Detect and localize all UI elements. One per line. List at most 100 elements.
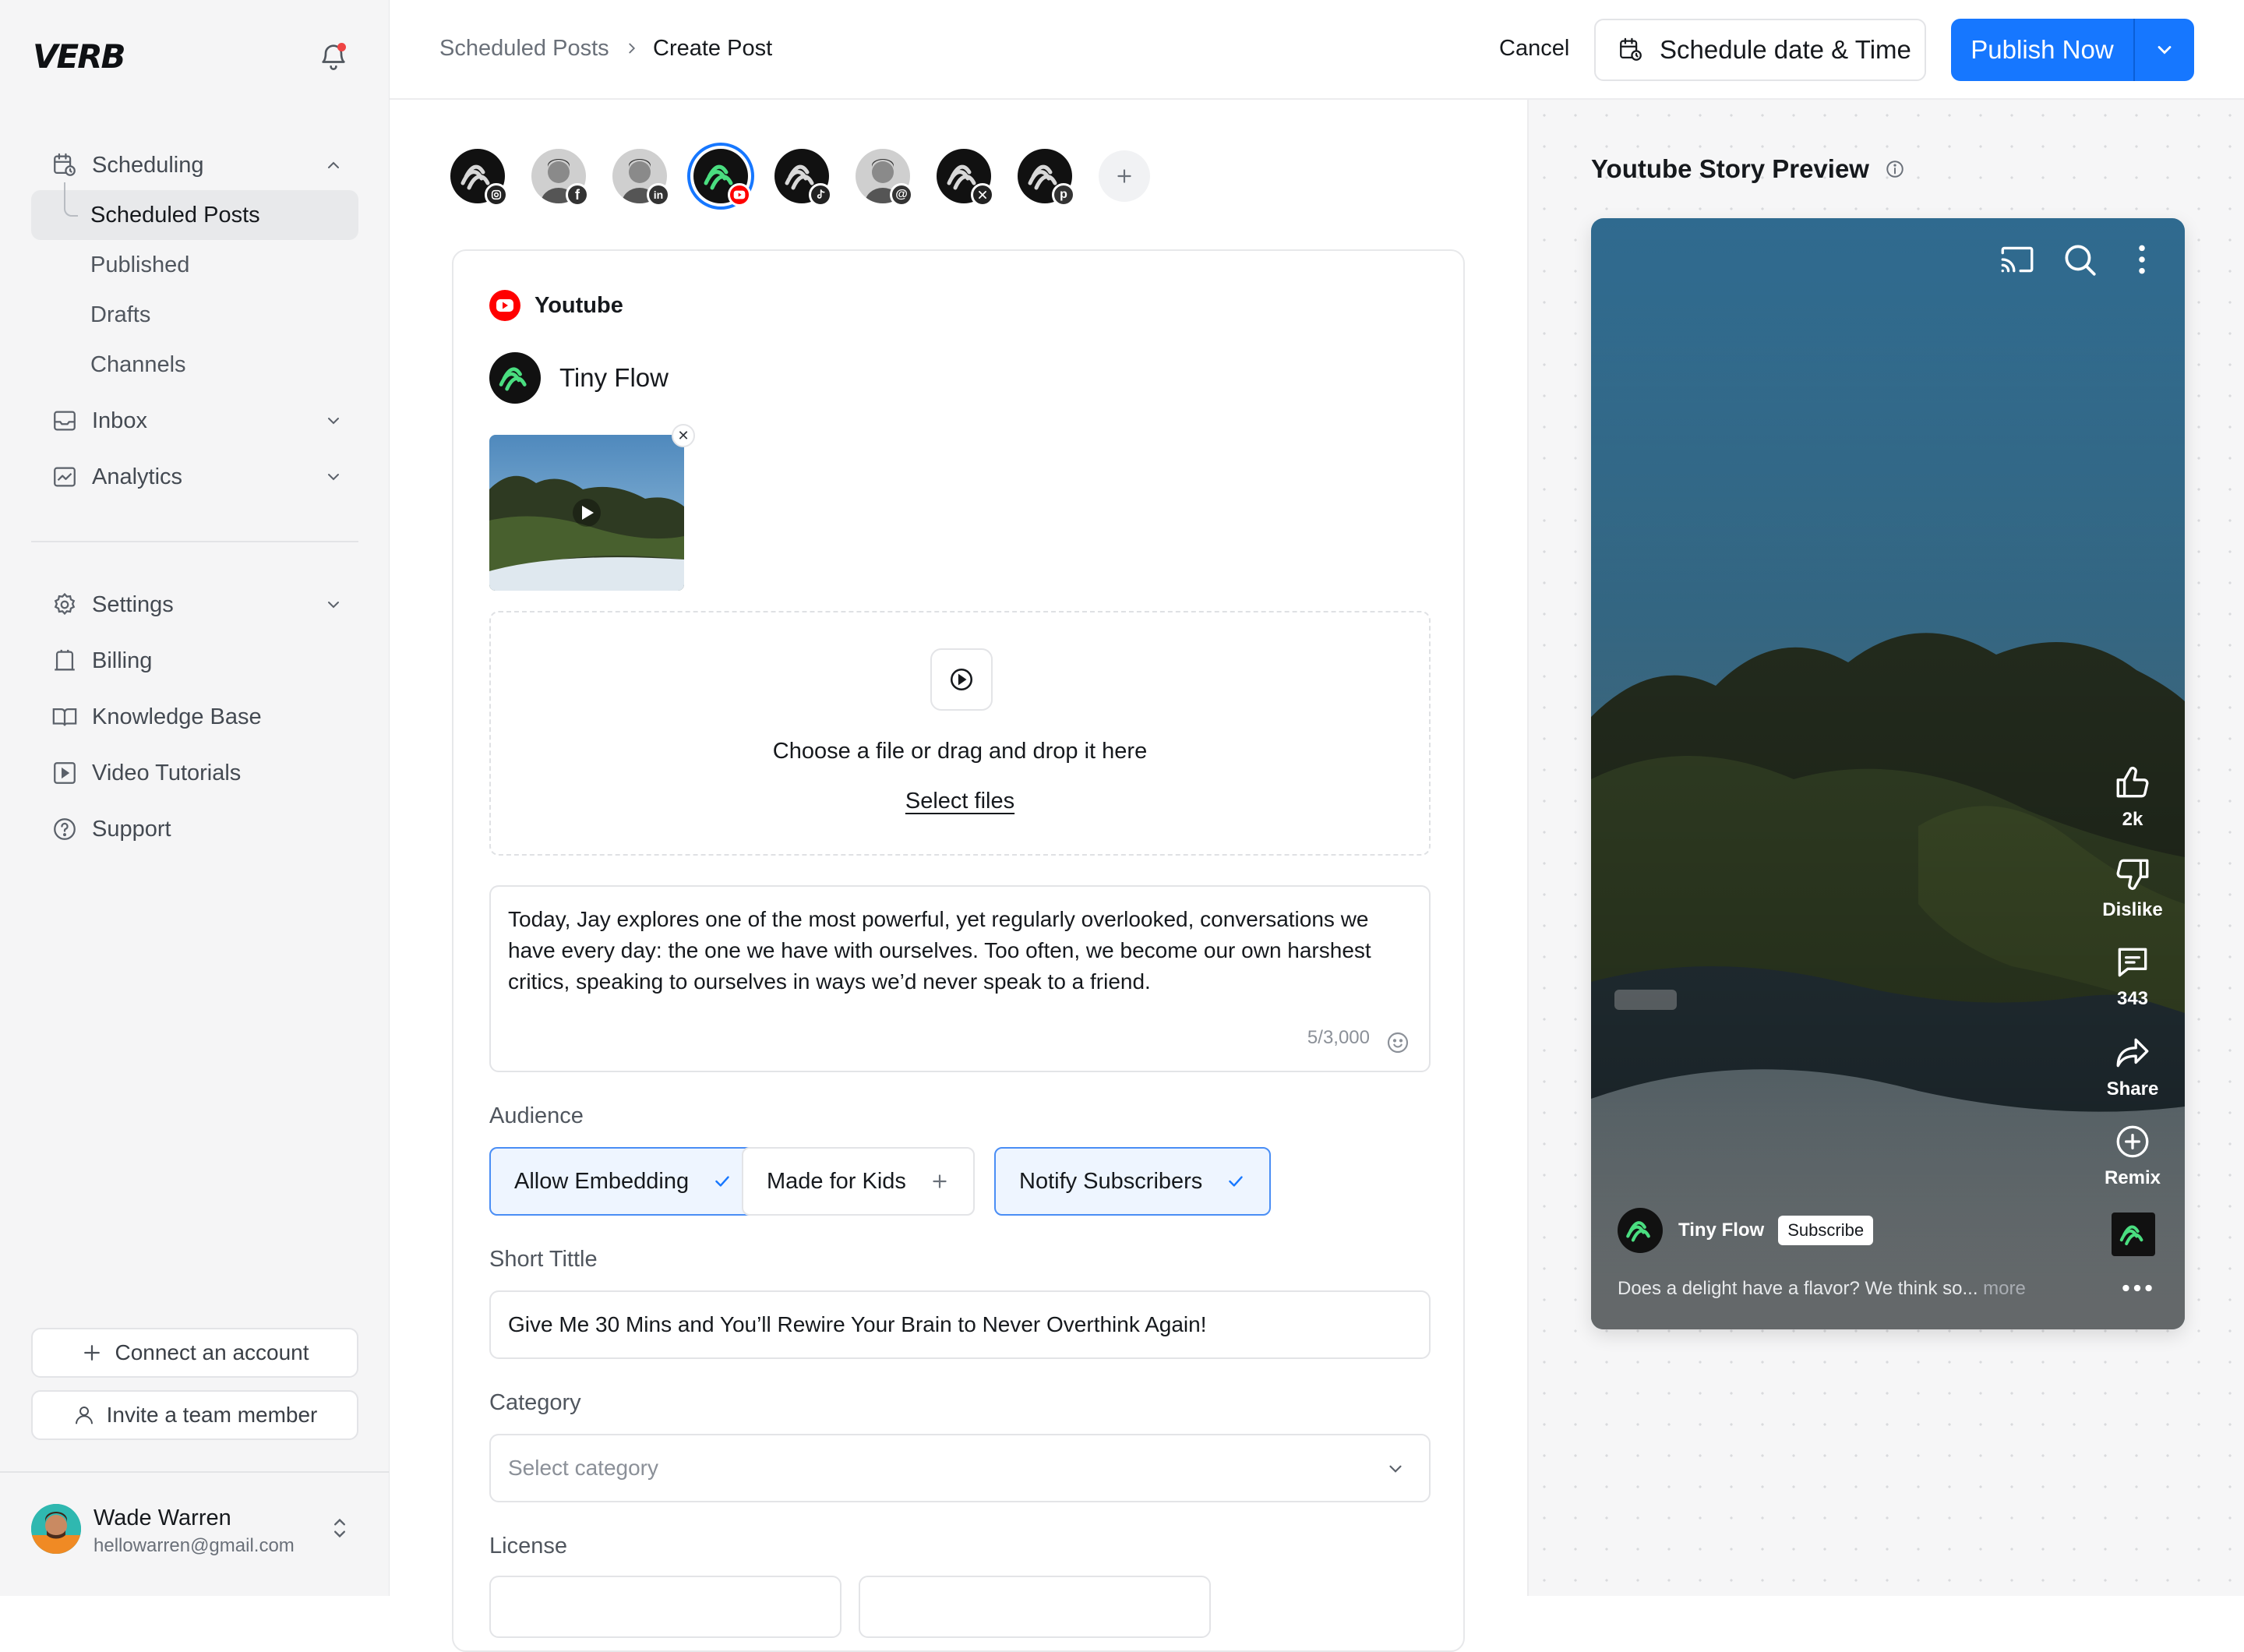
- profile-email: hellowarren@gmail.com: [94, 1535, 295, 1556]
- chevron-down-icon[interactable]: [324, 411, 343, 430]
- subscribe-button[interactable]: Subscribe: [1778, 1216, 1874, 1245]
- tiny-flow-logo: [1618, 1208, 1663, 1253]
- schedule-date-time-button[interactable]: Schedule date & Time: [1594, 19, 1926, 81]
- logo[interactable]: VERB: [33, 37, 126, 76]
- facebook-icon: f: [566, 183, 589, 206]
- breadcrumb-scheduled-posts[interactable]: Scheduled Posts: [439, 36, 609, 62]
- sidebar-divider: [0, 1471, 390, 1473]
- remix-action[interactable]: Remix: [2098, 1122, 2168, 1189]
- nav-settings[interactable]: Settings: [31, 580, 358, 630]
- nav-published[interactable]: Published: [31, 240, 358, 290]
- thumbs-down-icon: [2113, 854, 2152, 893]
- category-placeholder: Select category: [508, 1456, 658, 1480]
- dislike-label: Dislike: [2102, 899, 2163, 920]
- share-action[interactable]: Share: [2098, 1033, 2168, 1100]
- channel-youtube[interactable]: [687, 143, 754, 210]
- plus-icon: [80, 1341, 104, 1364]
- profile-switcher[interactable]: Wade Warren hellowarren@gmail.com: [31, 1504, 358, 1566]
- tiny-flow-logo: [489, 352, 541, 404]
- comment-action[interactable]: 343: [2098, 943, 2168, 1010]
- cast-icon[interactable]: [1998, 240, 2037, 279]
- made-for-kids-toggle[interactable]: Made for Kids: [742, 1147, 975, 1216]
- select-files-link[interactable]: Select files: [491, 789, 1429, 814]
- nav-support-label: Support: [92, 816, 171, 842]
- publish-options-chevron-icon[interactable]: [2135, 19, 2194, 81]
- notify-subscribers-label: Notify Subscribers: [1019, 1168, 1203, 1194]
- more-vertical-icon[interactable]: [2122, 240, 2161, 279]
- chevron-up-icon[interactable]: [324, 156, 343, 175]
- video-thumbnail[interactable]: [489, 435, 684, 591]
- like-action[interactable]: 2k: [2098, 764, 2168, 831]
- nav-scheduling[interactable]: Scheduling: [31, 140, 358, 190]
- remove-media-button[interactable]: ✕: [672, 424, 695, 447]
- channel-facebook[interactable]: f: [531, 149, 589, 206]
- primary-nav: Scheduling Scheduled Posts Published Dra…: [31, 140, 358, 502]
- platform-header: Youtube: [489, 290, 623, 321]
- chevron-up-down-icon[interactable]: [329, 1515, 351, 1541]
- license-option[interactable]: [489, 1576, 842, 1638]
- thumbs-up-icon: [2113, 764, 2152, 803]
- audience-label: Audience: [489, 1103, 584, 1128]
- inbox-icon: [51, 408, 78, 434]
- connect-account-button[interactable]: Connect an account: [31, 1328, 358, 1378]
- allow-embedding-toggle[interactable]: Allow Embedding: [489, 1147, 758, 1216]
- preview-title: Youtube Story Preview: [1591, 154, 1905, 184]
- search-icon[interactable]: [2060, 240, 2099, 279]
- check-icon: [1226, 1171, 1246, 1191]
- channel-tiktok[interactable]: [774, 149, 832, 206]
- info-icon[interactable]: [1885, 159, 1905, 179]
- chevron-down-icon[interactable]: [324, 595, 343, 614]
- chevron-down-icon[interactable]: [324, 468, 343, 486]
- channel-selector: f in @ p: [450, 143, 1150, 210]
- channel-linkedin[interactable]: in: [612, 149, 670, 206]
- made-for-kids-label: Made for Kids: [767, 1168, 906, 1194]
- preview-channel-info: Tiny Flow Subscribe: [1618, 1208, 1874, 1253]
- instagram-icon: [485, 183, 508, 206]
- sound-thumbnail[interactable]: [2112, 1213, 2155, 1256]
- breadcrumb-create-post: Create Post: [653, 36, 773, 61]
- license-label: License: [489, 1534, 567, 1558]
- file-dropzone[interactable]: Choose a file or drag and drop it here S…: [489, 611, 1431, 856]
- cancel-button[interactable]: Cancel: [1499, 36, 1569, 62]
- youtube-icon: [489, 290, 520, 321]
- comment-icon: [2113, 943, 2152, 982]
- schedule-label: Schedule date & Time: [1660, 35, 1911, 64]
- caption-textarea[interactable]: Today, Jay explores one of the most powe…: [489, 885, 1431, 1072]
- add-channel-button[interactable]: [1099, 150, 1150, 202]
- receipt-icon: [51, 648, 78, 674]
- preview-title-text: Youtube Story Preview: [1591, 154, 1869, 183]
- dislike-action[interactable]: Dislike: [2098, 854, 2168, 921]
- nav-analytics[interactable]: Analytics: [31, 452, 358, 502]
- notify-subscribers-toggle[interactable]: Notify Subscribers: [994, 1147, 1272, 1216]
- nav-drafts[interactable]: Drafts: [31, 290, 358, 340]
- channel-pinterest[interactable]: p: [1018, 149, 1075, 206]
- license-option[interactable]: [859, 1576, 1211, 1638]
- nav-channels[interactable]: Channels: [31, 340, 358, 390]
- plus-icon: [930, 1171, 950, 1191]
- nav-settings-label: Settings: [92, 591, 174, 617]
- nav-billing-label: Billing: [92, 648, 153, 673]
- nav-support[interactable]: Support: [31, 804, 358, 854]
- nav-knowledge-base[interactable]: Knowledge Base: [31, 692, 358, 742]
- notifications-bell-icon[interactable]: [318, 41, 349, 72]
- nav-video-tutorials[interactable]: Video Tutorials: [31, 748, 358, 798]
- preview-top-controls: [1974, 240, 2161, 279]
- more-horizontal-icon[interactable]: [2118, 1278, 2157, 1298]
- invite-member-button[interactable]: Invite a team member: [31, 1390, 358, 1440]
- nav-scheduled-posts[interactable]: Scheduled Posts: [31, 190, 358, 240]
- dropzone-text: Choose a file or drag and drop it here: [772, 739, 1148, 764]
- like-count: 2k: [2122, 809, 2143, 830]
- emoji-icon[interactable]: [1385, 1030, 1410, 1055]
- short-title-input[interactable]: Give Me 30 Mins and You’ll Rewire Your B…: [489, 1290, 1431, 1359]
- connect-account-label: Connect an account: [115, 1340, 309, 1364]
- publish-now-button[interactable]: Publish Now: [1951, 19, 2133, 81]
- more-link[interactable]: more: [1983, 1278, 2026, 1299]
- channel-x[interactable]: [937, 149, 994, 206]
- nav-billing[interactable]: Billing: [31, 636, 358, 686]
- channel-threads[interactable]: @: [856, 149, 913, 206]
- youtube-icon: [728, 183, 751, 206]
- channel-instagram[interactable]: [450, 149, 508, 206]
- category-select[interactable]: Select category: [489, 1434, 1431, 1502]
- nav-inbox[interactable]: Inbox: [31, 396, 358, 446]
- platform-name: Youtube: [535, 292, 623, 318]
